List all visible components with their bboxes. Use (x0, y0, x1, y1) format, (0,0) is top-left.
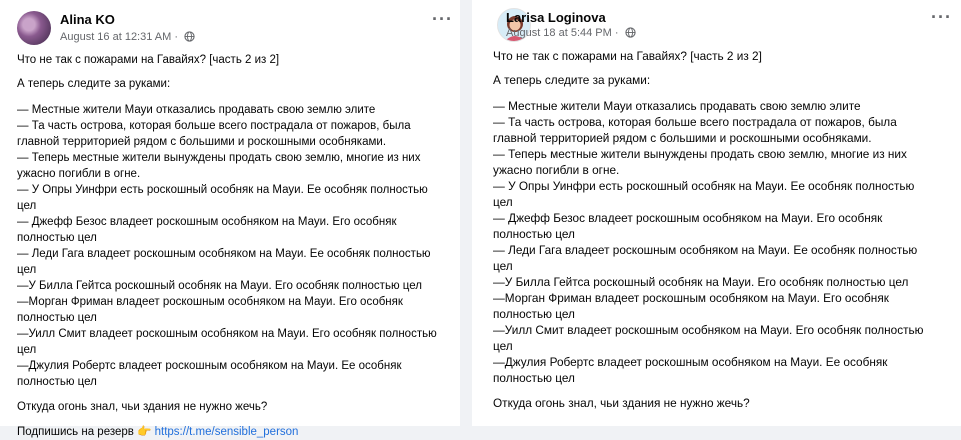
post-line: полностью цел (17, 232, 97, 244)
post-line: ужасно погибли в огне. (493, 163, 620, 177)
post-line: — Теперь местные жители вынуждены продат… (17, 152, 421, 164)
post-header: Alina KO August 16 at 12:31 AM · ··· (0, 0, 460, 52)
post-line: полностью цел (493, 307, 575, 321)
post-timestamp[interactable]: August 18 at 5:44 PM · (506, 27, 636, 39)
post-line: —У Билла Гейтса роскошный особняк на Мау… (17, 280, 422, 292)
post-line: —Джулия Робертс владеет роскошным особня… (493, 355, 888, 369)
post-line: цел (493, 195, 513, 209)
avatar[interactable] (17, 11, 51, 45)
post-line: полностью цел (493, 227, 575, 241)
post-line: — Леди Гага владеет роскошным особняком … (17, 248, 431, 260)
subscribe-line: Подпишись на резерв 👉 https://t.me/sensi… (17, 424, 437, 440)
post-line: — Местные жители Мауи отказались продава… (17, 104, 376, 116)
separator-dot: · (174, 31, 179, 43)
telegram-link[interactable]: https://t.me/sensible_person (155, 426, 299, 438)
post-line: полностью цел (17, 312, 97, 324)
globe-icon (184, 31, 195, 42)
author-name[interactable]: Larisa Loginova (506, 10, 606, 25)
pointing-hand-icon: 👉 (137, 426, 152, 438)
post-line: —Морган Фриман владеет роскошным особняк… (17, 296, 403, 308)
post-title-line: Что не так с пожарами на Гавайях? [часть… (17, 54, 280, 66)
more-options-icon[interactable]: ··· (931, 8, 952, 26)
post-closing: Откуда огонь знал, чьи здания не нужно ж… (17, 401, 268, 413)
post-timestamp[interactable]: August 16 at 12:31 AM · (60, 31, 195, 43)
post-header: Larisa Loginova August 18 at 5:44 PM · ·… (472, 0, 961, 52)
subscribe-text: Подпишись на резерв (17, 426, 134, 438)
more-options-icon[interactable]: ··· (432, 10, 453, 28)
post-line: — Та часть острова, которая больше всего… (493, 115, 897, 129)
timestamp-text[interactable]: August 18 at 5:44 PM (506, 27, 612, 39)
author-name[interactable]: Alina KO (60, 12, 115, 27)
post-line: —Морган Фриман владеет роскошным особняк… (493, 291, 889, 305)
post-line: —Джулия Робертс владеет роскошным особня… (17, 360, 402, 372)
post-line: —Уилл Смит владеет роскошным особняком н… (17, 328, 437, 340)
post-line: полностью цел (17, 376, 97, 388)
timestamp-text[interactable]: August 16 at 12:31 AM (60, 31, 171, 43)
post-title-line: Что не так с пожарами на Гавайях? [часть… (493, 49, 762, 63)
post-line: — Местные жители Мауи отказались продава… (493, 99, 861, 113)
post-line: цел (493, 259, 513, 273)
post-line: —У Билла Гейтса роскошный особняк на Мау… (493, 275, 909, 289)
globe-icon (624, 27, 636, 38)
post-line: главной территорией рядом с большими и р… (17, 136, 387, 148)
post-line: полностью цел (493, 371, 575, 385)
post-line: цел (17, 200, 37, 212)
post-line: главной территорией рядом с большими и р… (493, 131, 872, 145)
post-line: — Та часть острова, которая больше всего… (17, 120, 411, 132)
post-line: — Джефф Безос владеет роскошным особняко… (17, 216, 397, 228)
post-line: — Леди Гага владеет роскошным особняком … (493, 243, 918, 257)
post-text: Что не так с пожарами на Гавайях? [часть… (17, 52, 437, 440)
separator-dot: · (614, 27, 619, 39)
post-card-larisa: Larisa Loginova August 18 at 5:44 PM · ·… (472, 0, 961, 426)
post-intro: А теперь следите за руками: (17, 78, 171, 90)
post-line: цел (493, 339, 513, 353)
post-line: — Теперь местные жители вынуждены продат… (493, 147, 907, 161)
post-closing: Откуда огонь знал, чьи здания не нужно ж… (493, 396, 750, 410)
post-lines: — Местные жители Мауи отказались продава… (17, 102, 437, 390)
post-lines: — Местные жители Мауи отказались продава… (493, 98, 924, 386)
post-line: —Уилл Смит владеет роскошным особняком н… (493, 323, 924, 337)
post-intro: А теперь следите за руками: (493, 73, 651, 87)
post-line: цел (17, 264, 37, 276)
post-line: — У Опры Уинфри есть роскошный особняк н… (493, 179, 915, 193)
post-card-alina: Alina KO August 16 at 12:31 AM · ··· Что… (0, 0, 460, 438)
post-line: цел (17, 344, 37, 356)
post-text: Что не так с пожарами на Гавайях? [часть… (493, 48, 924, 411)
post-line: ужасно погибли в огне. (17, 168, 141, 180)
post-line: — Джефф Безос владеет роскошным особняко… (493, 211, 883, 225)
post-line: — У Опры Уинфри есть роскошный особняк н… (17, 184, 428, 196)
